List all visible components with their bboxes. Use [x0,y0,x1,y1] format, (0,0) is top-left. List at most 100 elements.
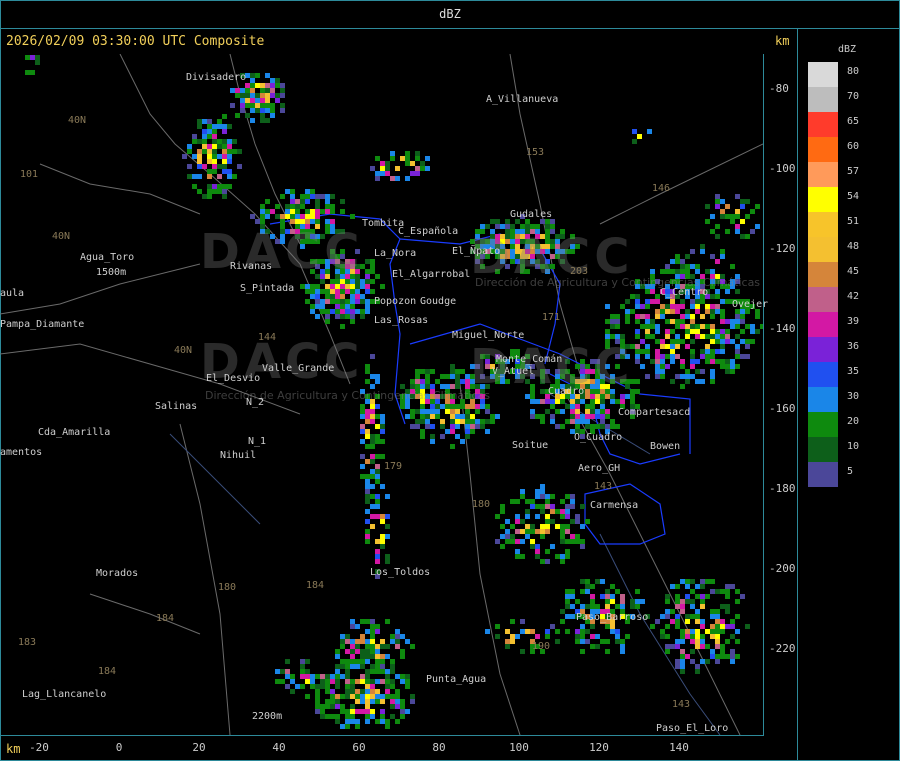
y-tick-label: -80 [769,82,789,95]
place-label: N_1 [248,436,267,447]
place-label: Compartesacd [618,407,691,418]
place-label: Carmensa [590,500,639,511]
legend-swatch [808,312,838,337]
legend-value: 20 [847,416,860,427]
place-label: Miguel_Norte [452,330,525,341]
place-label: Popozon [374,296,417,307]
road-label: 183 [18,637,37,648]
road-label: 180 [472,499,491,510]
place-label: Paso_El_Loro [656,723,729,734]
place-label: O_Cuadro [574,432,623,443]
legend-swatch [808,362,838,387]
y-tick-label: -160 [769,402,796,415]
place-label: 2200m [252,711,283,722]
place-label: S_Pintada [240,283,295,294]
y-tick-label: -220 [769,642,796,655]
legend-value: 36 [847,341,860,352]
legend-value: 80 [847,66,860,77]
legend-title: dBZ [838,44,857,55]
y-tick-label: -200 [769,562,796,575]
road-label: 146 [652,183,671,194]
place-label: Monte_Comán [496,354,563,365]
x-tick-label: 0 [115,741,123,754]
place-label: Soitue [512,440,549,451]
y-tick-label: -100 [769,162,796,175]
legend-swatch [808,287,838,312]
legend-value: 48 [847,241,860,252]
place-label: Rivanas [230,261,273,272]
road-label: 40N [68,115,87,126]
x-tick-label: 100 [509,741,529,754]
place-label: Las_Rosas [374,315,429,326]
legend-value: 39 [847,316,860,327]
road-label: 190 [532,641,551,652]
place-label: N_2 [246,397,265,408]
legend-divider [797,28,798,761]
place-label: Aero_GH [578,463,621,474]
km-unit-bottom: km [6,742,21,756]
road-label: 184 [156,613,175,624]
road-label: 171 [542,312,561,323]
place-label: C_Centro [660,287,709,298]
y-tick-label: -140 [769,322,796,335]
road-label: 144 [258,332,277,343]
place-label: Salinas [155,401,198,412]
legend-swatch [808,262,838,287]
place-label: Divisadero [186,72,247,83]
place-label: Morados [96,568,139,579]
road-label: 203 [570,266,589,277]
road-label: 179 [384,461,403,472]
place-label: Agua_Toro [80,252,135,263]
place-label: 1500m [96,267,127,278]
road-label: 184 [306,580,325,591]
road-label: 40N [174,345,193,356]
road-label: 101 [20,169,39,180]
legend-value: 35 [847,366,860,377]
x-tick-label: 140 [669,741,689,754]
watermark-subtitle: Dirección de Agricultura y Contingencias… [475,276,761,289]
legend-swatch [808,162,838,187]
legend-swatch [808,462,838,487]
road-label: 40N [52,231,71,242]
place-label: Valle_Grande [262,363,335,374]
legend-swatch [808,337,838,362]
x-tick-label: 60 [352,741,366,754]
place-label: Pampa_Diamante [0,319,85,330]
legend-value: 45 [847,266,860,277]
road-label: 180 [218,582,237,593]
legend-value: 54 [847,191,860,202]
legend-value: 57 [847,166,860,177]
place-label: El_Algarrobal [392,269,471,280]
legend-value: 5 [847,466,854,477]
legend-swatch [808,412,838,437]
place-label: Ovejer [732,299,769,310]
place-label: Bowen [650,441,681,452]
place-label: Paso_Barroso [576,612,649,623]
place-label: Los_Toldos [370,567,431,578]
y-tick-label: -120 [769,242,796,255]
legend-swatch [808,87,838,112]
x-tick-label: -20 [29,741,49,754]
place-label: Punta_Agua [426,674,487,685]
place-label: Cuadro [548,386,585,397]
legend-value: 30 [847,391,860,402]
y-tick-label: -180 [769,482,796,495]
legend-value: 10 [847,441,860,452]
timestamp-label: 2026/02/09 03:30:00 UTC Composite [6,34,265,49]
road-label: 153 [526,147,545,158]
place-label: El_Desvio [206,373,261,384]
legend-swatch [808,137,838,162]
legend-swatch [808,387,838,412]
title-bar: dBZ [0,0,900,29]
dbz-legend: 80 70 65 60 57 54 51 48 45 42 39 36 35 30 20 10 5 [808,62,859,487]
km-unit-top: km [775,34,790,48]
radar-map[interactable]: DACC DACC DACC DACC Dirección de Agricul… [0,54,764,736]
road-label: 143 [594,481,613,492]
legend-swatch [808,112,838,137]
legend-value: 70 [847,91,860,102]
place-label: Nihuil [220,450,257,461]
legend-swatch [808,437,838,462]
watermark-logo: DACC [200,224,364,280]
place-label: amentos [0,447,43,458]
road-label: 143 [672,699,691,710]
